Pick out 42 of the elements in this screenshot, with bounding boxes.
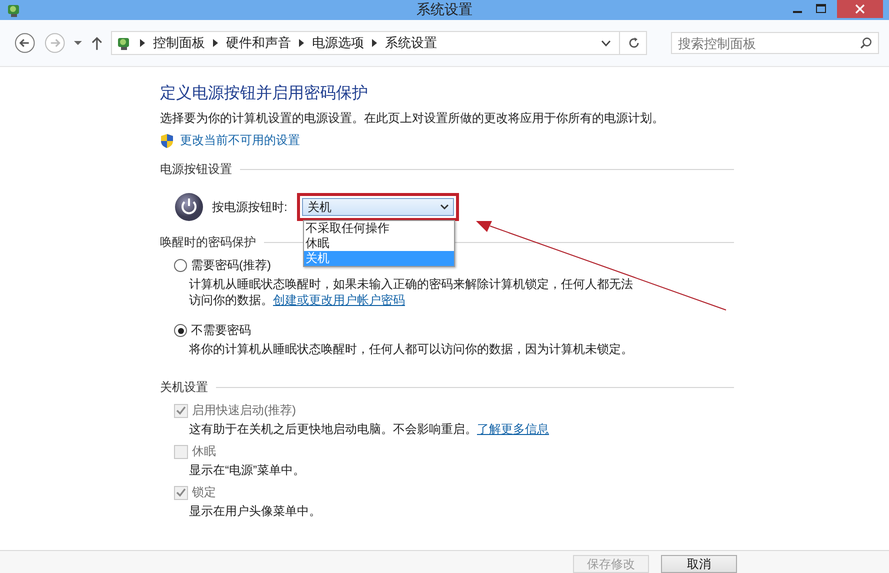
chevron-icon <box>140 39 146 47</box>
option-description: 计算机从睡眠状态唤醒时，如果未输入正确的密码来解除计算机锁定，任何人都无法访问你的数据。创建或更改用户帐户密码 <box>189 276 634 308</box>
power-icon <box>174 192 204 222</box>
breadcrumb-item[interactable]: 电源选项 <box>312 34 364 52</box>
chevron-icon <box>213 39 218 47</box>
back-icon[interactable] <box>14 32 36 54</box>
breadcrumb-item[interactable]: 系统设置 <box>385 34 438 52</box>
option-description: 这有助于在关机之后更快地启动电脑。不会影响重启。了解更多信息 <box>189 421 550 437</box>
radio-button[interactable] <box>174 259 187 272</box>
change-settings-link[interactable]: 更改当前不可用的设置 <box>180 132 300 149</box>
radio-label[interactable]: 不需要密码 <box>191 322 251 339</box>
section-title: 唤醒时的密码保护 <box>160 234 256 251</box>
chevron-icon <box>299 39 304 47</box>
option-description: 显示在“电源”菜单中。 <box>189 462 306 478</box>
dropdown-caret-icon[interactable] <box>600 40 611 46</box>
breadcrumb-item[interactable]: 硬件和声音 <box>226 34 292 52</box>
up-arrow-icon[interactable] <box>91 36 104 50</box>
address-bar[interactable]: 控制面板 硬件和声音 电源选项 系统设置 <box>111 31 647 55</box>
breadcrumb-item[interactable]: 控制面板 <box>153 34 206 52</box>
search-field[interactable]: 搜索控制面板 <box>670 32 879 54</box>
chevron-icon <box>372 39 378 47</box>
radio-label[interactable]: 需要密码(推荐) <box>191 257 271 274</box>
caret-icon <box>440 204 450 210</box>
section-title: 电源按钮设置 <box>160 161 232 178</box>
option-description: 显示在用户头像菜单中。 <box>189 503 322 519</box>
section-title: 关机设置 <box>160 379 208 396</box>
page-description: 选择要为你的计算机设置的电源设置。在此页上对设置所做的更改将应用于你所有的电源计划。 <box>160 110 665 127</box>
caret-icon[interactable] <box>73 40 84 46</box>
footer-button[interactable]: 取消 <box>661 555 737 573</box>
option-description: 将你的计算机从睡眠状态唤醒时，任何人都可以访问你的数据，因为计算机未锁定。 <box>189 341 634 357</box>
refresh-icon[interactable] <box>628 37 640 49</box>
page-heading: 定义电源按钮并启用密码保护 <box>160 84 369 104</box>
shield-icon <box>160 132 174 148</box>
radio-button[interactable] <box>174 324 187 337</box>
search-icon <box>860 37 872 49</box>
dropdown-option[interactable]: 不采取任何操作 <box>304 221 454 236</box>
window-title: 系统设置 <box>416 1 472 19</box>
close-icon[interactable] <box>837 0 883 18</box>
power-button-label: 按电源按钮时: <box>212 198 288 216</box>
power-action-dropdown[interactable]: 关机 <box>302 198 454 216</box>
password-link[interactable]: 创建或更改用户帐户密码 <box>273 293 405 307</box>
dropdown-option[interactable]: 休眠 <box>304 236 454 251</box>
